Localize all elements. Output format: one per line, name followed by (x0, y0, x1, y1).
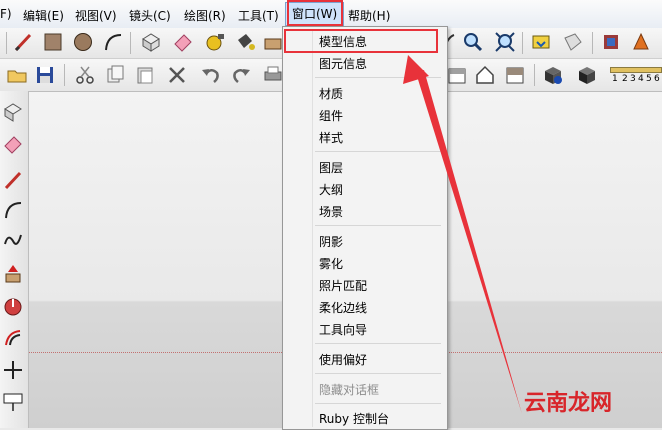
menu-view[interactable]: 视图(V) (75, 7, 117, 24)
offset-icon[interactable] (2, 327, 24, 349)
menu-separator (315, 77, 441, 78)
toolbar-separator (534, 64, 535, 86)
shadow-time-slider[interactable]: 1 2 3 4 5 6 (610, 65, 662, 87)
menu-item-outliner[interactable]: 大纲 (319, 181, 343, 198)
menu-item-layers[interactable]: 图层 (319, 159, 343, 176)
menu-draw[interactable]: 绘图(R) (184, 7, 226, 24)
menu-item-components[interactable]: 组件 (319, 107, 343, 124)
top-view-icon[interactable] (446, 64, 468, 86)
rectangle-icon[interactable] (42, 31, 64, 53)
share-model-icon[interactable] (562, 31, 584, 53)
menu-gutter (312, 29, 313, 427)
toolbar-separator (522, 32, 523, 54)
shadow-cube-icon[interactable] (576, 64, 598, 86)
window-menu-dropdown: 模型信息 图元信息 材质 组件 样式 图层 大纲 场景 阴影 雾化 照片匹配 柔… (282, 26, 448, 430)
cut-icon[interactable] (74, 64, 96, 86)
paint-bucket-icon[interactable] (234, 31, 256, 53)
paste-icon[interactable] (134, 64, 156, 86)
eraser-icon[interactable] (172, 31, 194, 53)
menu-separator (315, 373, 441, 374)
push-pull-icon[interactable] (262, 31, 284, 53)
ruler-tick: 1 (612, 74, 618, 84)
menu-item-scenes[interactable]: 场景 (319, 203, 343, 220)
menu-item-hide-dialogs: 隐藏对话框 (319, 383, 380, 397)
copy-icon[interactable] (104, 64, 126, 86)
toolbar-separator (130, 32, 131, 54)
undo-icon[interactable] (200, 64, 222, 86)
menu-item-instructor[interactable]: 工具向导 (319, 321, 367, 338)
menu-item-entity-info[interactable]: 图元信息 (319, 55, 367, 72)
text-label-icon[interactable] (2, 391, 24, 413)
arc-icon[interactable] (2, 199, 24, 221)
ruler-tick: 3 (630, 74, 636, 84)
tape-measure-icon[interactable] (204, 31, 226, 53)
watermark-text: 云南龙网 (524, 391, 613, 416)
push-pull-icon[interactable] (2, 263, 24, 285)
zoom-icon[interactable] (462, 31, 484, 53)
ruler-tick: 5 (646, 74, 652, 84)
ruler-tick: 6 (654, 74, 660, 84)
extension-warehouse-icon[interactable] (630, 31, 652, 53)
annotation-box-model-info (284, 29, 438, 53)
menu-edit[interactable]: 编辑(E) (23, 7, 64, 24)
menu-item-materials[interactable]: 材质 (319, 85, 343, 102)
menu-camera[interactable]: 镜头(C) (129, 7, 171, 24)
right-view-icon[interactable] (504, 64, 526, 86)
pencil-icon[interactable] (2, 169, 24, 191)
model-info-cube-icon[interactable] (542, 64, 564, 86)
menu-help[interactable]: 帮助(H) (348, 7, 390, 24)
menu-item-ruby-console[interactable]: Ruby 控制台 (319, 410, 389, 427)
eraser-icon[interactable] (2, 133, 24, 155)
menu-file[interactable]: F) (0, 7, 12, 21)
arc-icon[interactable] (102, 31, 124, 53)
menu-item-match-photo[interactable]: 照片匹配 (319, 277, 367, 294)
move-icon[interactable] (2, 359, 24, 381)
warehouse-icon[interactable] (530, 31, 552, 53)
ruler-tick: 2 (622, 74, 628, 84)
print-icon[interactable] (262, 64, 284, 86)
toolbar-separator (6, 32, 7, 54)
toolbar-separator (64, 64, 65, 86)
toolbar-separator (592, 32, 593, 54)
circle-icon[interactable] (72, 31, 94, 53)
make-component-icon[interactable] (140, 31, 162, 53)
front-view-house-icon[interactable] (474, 64, 496, 86)
zoom-extents-icon[interactable] (494, 31, 516, 53)
menu-tools[interactable]: 工具(T) (238, 7, 279, 24)
select-component-icon[interactable] (2, 101, 24, 123)
toolbar-left (0, 91, 29, 428)
redo-icon[interactable] (230, 64, 252, 86)
ruler-tick: 4 (638, 74, 644, 84)
menu-item-fog[interactable]: 雾化 (319, 255, 343, 272)
menu-item-styles[interactable]: 样式 (319, 129, 343, 146)
menu-separator (315, 225, 441, 226)
menu-separator (315, 403, 441, 404)
menu-item-preferences[interactable]: 使用偏好 (319, 351, 367, 368)
annotation-box-window-menu (287, 0, 343, 26)
open-folder-icon[interactable] (6, 64, 28, 86)
pencil-icon[interactable] (12, 31, 34, 53)
follow-me-icon[interactable] (2, 295, 24, 317)
save-icon[interactable] (34, 64, 56, 86)
menu-item-soften-edges[interactable]: 柔化边线 (319, 299, 367, 316)
menu-item-shadows[interactable]: 阴影 (319, 233, 343, 250)
3d-warehouse-building-icon[interactable] (600, 31, 622, 53)
menu-separator (315, 151, 441, 152)
delete-icon[interactable] (166, 64, 188, 86)
freehand-icon[interactable] (2, 229, 24, 251)
menu-separator (315, 343, 441, 344)
